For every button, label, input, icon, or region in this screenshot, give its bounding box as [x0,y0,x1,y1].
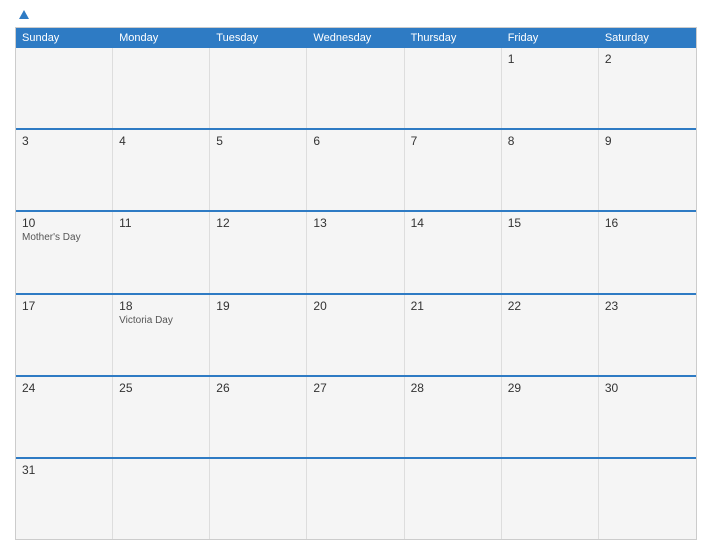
day-header-wednesday: Wednesday [307,28,404,48]
day-cell: 20 [307,295,404,375]
day-number: 27 [313,381,397,395]
logo [15,10,29,19]
day-cell [502,459,599,539]
day-number: 5 [216,134,300,148]
day-headers: SundayMondayTuesdayWednesdayThursdayFrid… [16,28,696,48]
day-cell: 27 [307,377,404,457]
day-number: 6 [313,134,397,148]
day-number: 17 [22,299,106,313]
day-cell: 22 [502,295,599,375]
day-cell [307,48,404,128]
day-cell: 23 [599,295,696,375]
day-cell-empty [16,48,113,128]
day-cell: 21 [405,295,502,375]
day-cell [405,48,502,128]
week-row-3: 17 18 Victoria Day 19 20 21 22 23 [16,293,696,375]
day-cell: 15 [502,212,599,292]
day-cell: 25 [113,377,210,457]
day-number: 26 [216,381,300,395]
day-cell: 7 [405,130,502,210]
week-row-2: 10 Mother's Day 11 12 13 14 15 16 [16,210,696,292]
day-cell: 8 [502,130,599,210]
day-header-thursday: Thursday [405,28,502,48]
day-cell: 28 [405,377,502,457]
day-header-monday: Monday [113,28,210,48]
day-number: 4 [119,134,203,148]
week-row-5: 31 [16,457,696,539]
day-header-saturday: Saturday [599,28,696,48]
day-cell: 30 [599,377,696,457]
week-row-4: 24 25 26 27 28 29 30 [16,375,696,457]
day-cell: 1 [502,48,599,128]
day-number: 3 [22,134,106,148]
day-cell [210,48,307,128]
day-number: 15 [508,216,592,230]
day-header-tuesday: Tuesday [210,28,307,48]
day-number: 24 [22,381,106,395]
day-number: 8 [508,134,592,148]
day-cell: 10 Mother's Day [16,212,113,292]
day-number: 20 [313,299,397,313]
week-row-0: 12 [16,48,696,128]
day-number: 11 [119,216,203,230]
day-number: 28 [411,381,495,395]
day-cell [307,459,404,539]
holiday-label: Mother's Day [22,232,106,243]
day-cell: 9 [599,130,696,210]
day-cell: 14 [405,212,502,292]
day-number: 7 [411,134,495,148]
week-row-1: 3456789 [16,128,696,210]
day-cell [113,48,210,128]
day-cell [210,459,307,539]
day-number: 14 [411,216,495,230]
day-number: 30 [605,381,690,395]
day-number: 10 [22,216,106,230]
day-cell: 4 [113,130,210,210]
day-header-sunday: Sunday [16,28,113,48]
day-cell: 17 [16,295,113,375]
day-number: 25 [119,381,203,395]
day-number: 2 [605,52,690,66]
day-cell: 29 [502,377,599,457]
day-cell: 26 [210,377,307,457]
day-cell: 6 [307,130,404,210]
logo-blue-text [15,10,29,19]
day-number: 1 [508,52,592,66]
day-cell: 12 [210,212,307,292]
day-number: 22 [508,299,592,313]
day-number: 29 [508,381,592,395]
day-number: 19 [216,299,300,313]
calendar: SundayMondayTuesdayWednesdayThursdayFrid… [15,27,697,540]
day-cell: 5 [210,130,307,210]
day-cell: 11 [113,212,210,292]
day-cell: 3 [16,130,113,210]
day-number: 12 [216,216,300,230]
day-number: 18 [119,299,203,313]
day-cell: 31 [16,459,113,539]
day-cell: 24 [16,377,113,457]
day-cell: 16 [599,212,696,292]
day-cell: 18 Victoria Day [113,295,210,375]
day-number: 13 [313,216,397,230]
day-cell: 19 [210,295,307,375]
logo-triangle-icon [19,10,29,19]
day-number: 16 [605,216,690,230]
weeks-container: 12345678910Mother's Day1112131415161718V… [16,48,696,539]
day-number: 23 [605,299,690,313]
day-number: 9 [605,134,690,148]
day-cell [599,459,696,539]
day-cell [113,459,210,539]
day-cell: 2 [599,48,696,128]
holiday-label: Victoria Day [119,315,203,326]
calendar-header [15,10,697,19]
day-number: 31 [22,463,106,477]
day-number: 21 [411,299,495,313]
day-cell: 13 [307,212,404,292]
day-header-friday: Friday [502,28,599,48]
day-cell [405,459,502,539]
